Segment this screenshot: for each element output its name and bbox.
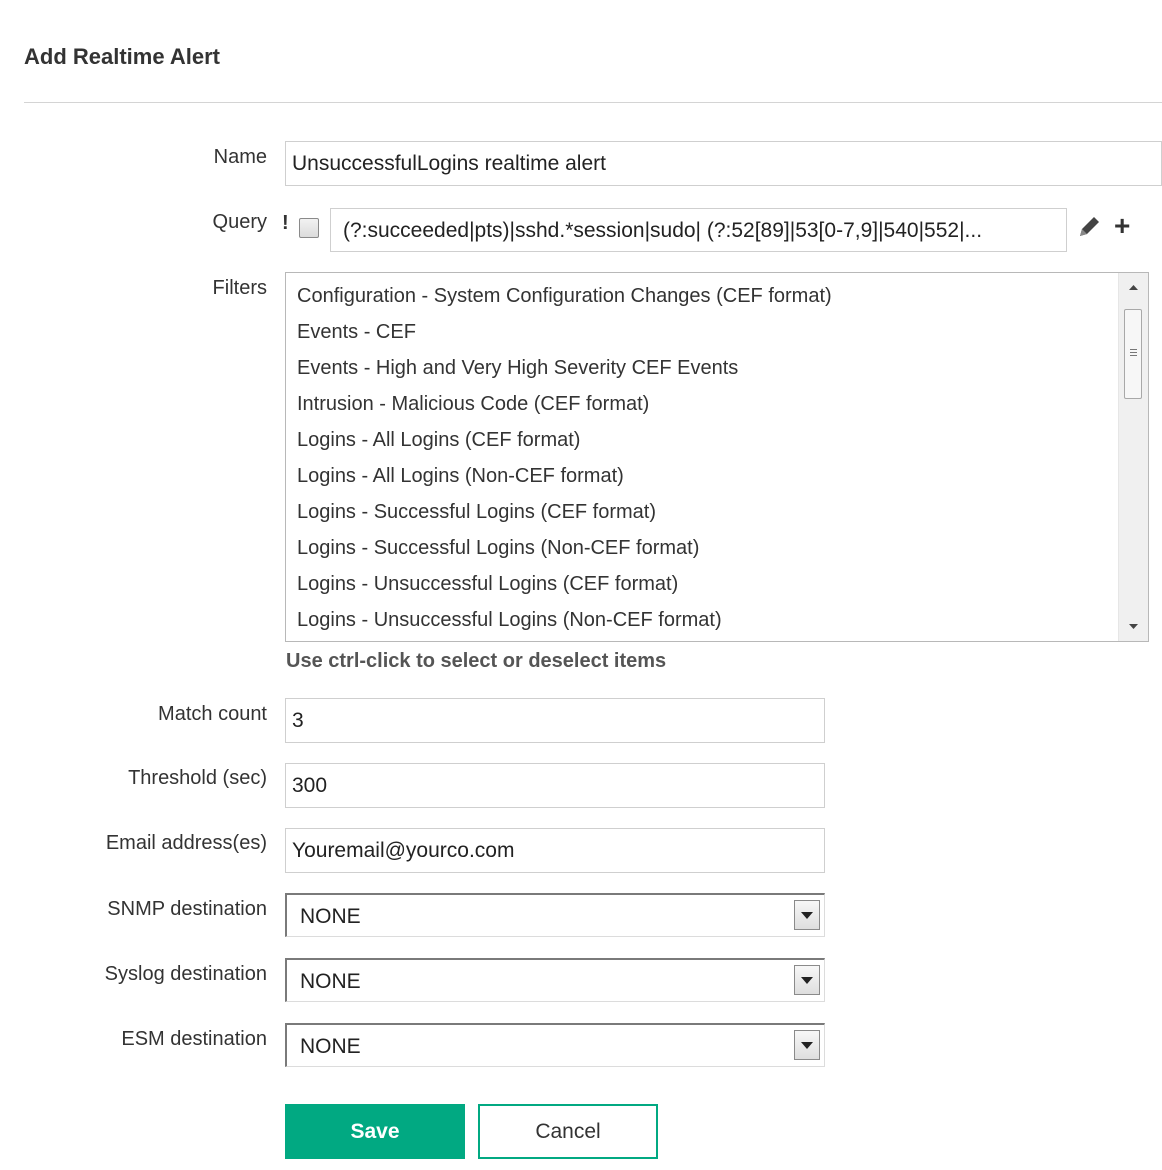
chevron-down-icon[interactable] — [794, 1030, 820, 1060]
page-title: Add Realtime Alert — [24, 44, 221, 69]
filters-hint: Use ctrl-click to select or deselect ite… — [286, 650, 667, 672]
list-item[interactable]: Logins - All Logins (Non-CEF format) — [297, 465, 624, 488]
list-item[interactable]: Events - High and Very High Severity CEF… — [297, 357, 738, 380]
list-item[interactable]: Events - CEF — [297, 321, 416, 344]
syslog-select-value: NONE — [300, 970, 361, 993]
list-item[interactable]: Logins - Successful Logins (CEF format) — [297, 501, 656, 524]
query-label: Query — [212, 211, 267, 233]
list-item[interactable]: Logins - Unsuccessful Logins (CEF format… — [297, 573, 678, 596]
esm-select-value: NONE — [300, 1035, 361, 1058]
name-label: Name — [213, 146, 267, 168]
chevron-down-icon[interactable] — [794, 900, 820, 930]
esm-select[interactable]: NONE — [285, 1023, 825, 1067]
pencil-icon[interactable] — [1076, 214, 1102, 240]
query-negate-symbol: ! — [282, 212, 289, 234]
email-input[interactable] — [285, 828, 825, 873]
filters-label: Filters — [212, 277, 267, 299]
snmp-label: SNMP destination — [107, 898, 267, 920]
syslog-label: Syslog destination — [104, 963, 267, 985]
match-count-label: Match count — [158, 703, 267, 725]
scroll-down-icon[interactable] — [1119, 613, 1148, 641]
list-item[interactable]: Configuration - System Configuration Cha… — [297, 285, 832, 308]
esm-label: ESM destination — [121, 1028, 267, 1050]
match-count-input[interactable] — [285, 698, 825, 743]
threshold-input[interactable] — [285, 763, 825, 808]
name-input[interactable] — [285, 141, 1162, 186]
syslog-select[interactable]: NONE — [285, 958, 825, 1002]
filters-listbox[interactable]: Configuration - System Configuration Cha… — [285, 272, 1149, 642]
save-button[interactable]: Save — [285, 1104, 465, 1159]
list-item[interactable]: Logins - Unsuccessful Logins (Non-CEF fo… — [297, 609, 722, 632]
title-divider — [24, 102, 1162, 103]
cancel-button[interactable]: Cancel — [478, 1104, 658, 1159]
plus-icon[interactable]: + — [1114, 212, 1130, 240]
snmp-select[interactable]: NONE — [285, 893, 825, 937]
email-label: Email address(es) — [105, 832, 267, 854]
threshold-label: Threshold (sec) — [128, 767, 267, 789]
scroll-thumb[interactable] — [1124, 309, 1142, 399]
filters-scrollbar[interactable] — [1118, 273, 1148, 641]
list-item[interactable]: Intrusion - Malicious Code (CEF format) — [297, 393, 649, 416]
scroll-up-icon[interactable] — [1119, 273, 1148, 301]
query-input[interactable]: (?:succeeded|pts)|sshd.*session|sudo| (?… — [330, 208, 1067, 252]
snmp-select-value: NONE — [300, 905, 361, 928]
query-negate-checkbox[interactable] — [299, 218, 319, 238]
list-item[interactable]: Logins - All Logins (CEF format) — [297, 429, 580, 452]
list-item[interactable]: Logins - Successful Logins (Non-CEF form… — [297, 537, 699, 560]
chevron-down-icon[interactable] — [794, 965, 820, 995]
